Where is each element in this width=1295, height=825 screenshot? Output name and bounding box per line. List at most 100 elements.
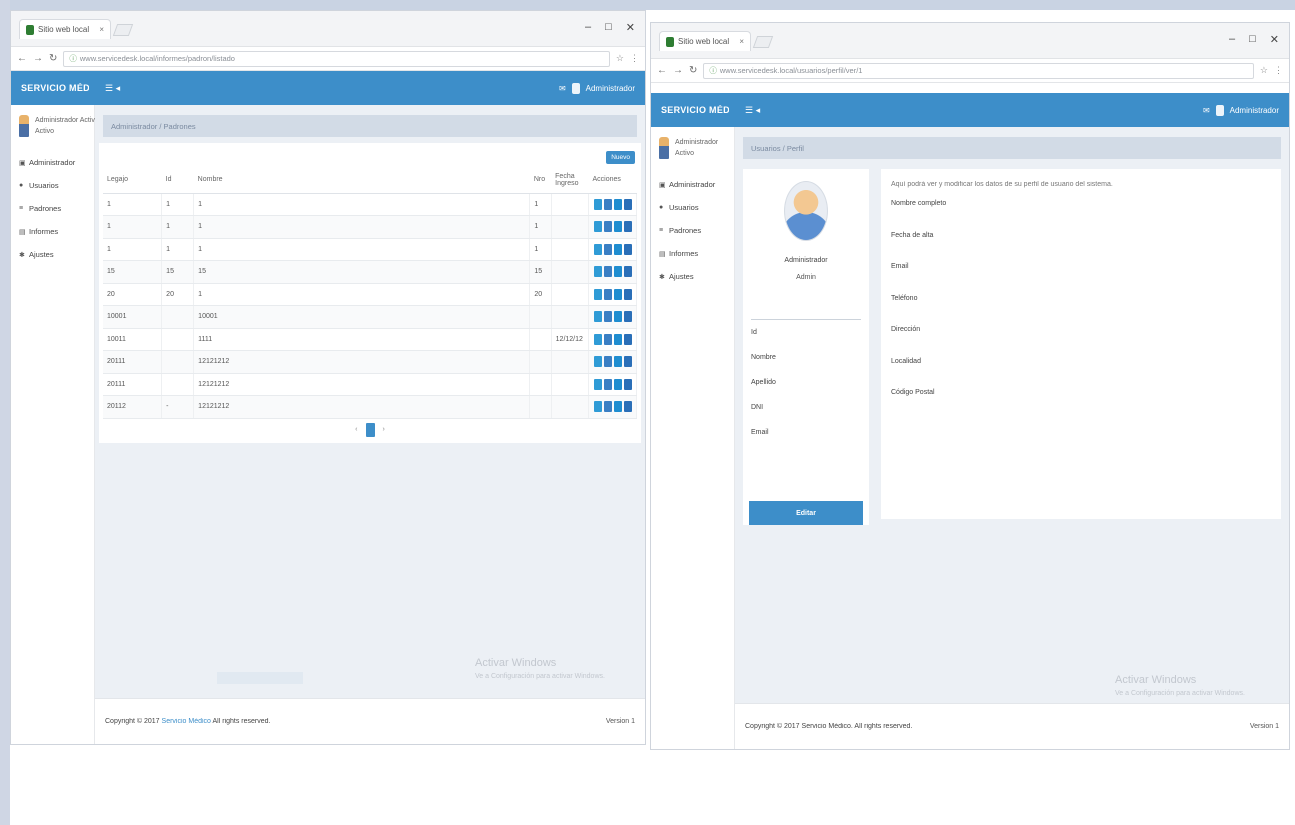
new-tab-button[interactable] (112, 24, 134, 36)
browser-tab[interactable]: Sitio web local × (659, 31, 751, 51)
back-icon[interactable]: ← (17, 53, 27, 64)
close-icon[interactable]: ✕ (626, 21, 635, 34)
edit-icon[interactable] (604, 311, 612, 323)
table-row[interactable]: 10011 1111 12/12/12 (103, 328, 637, 351)
edit-icon[interactable] (604, 401, 612, 413)
minimize-icon[interactable]: – (1229, 33, 1235, 46)
table-row[interactable]: 10001 10001 (103, 305, 637, 329)
app-brand[interactable]: SERVICIO MÉDICO (21, 83, 89, 93)
print-icon[interactable] (614, 401, 622, 413)
sidebar-item-0[interactable]: ▣ Administrador (651, 173, 734, 196)
delete-icon[interactable] (624, 378, 632, 390)
menu-dots-icon[interactable]: ⋮ (1274, 65, 1283, 76)
table-row[interactable]: 15 15 15 15 (103, 260, 637, 284)
sidebar-toggle-icon[interactable]: ☰ ◂ (105, 83, 120, 94)
edit-icon[interactable] (604, 243, 612, 255)
delete-icon[interactable] (624, 288, 632, 300)
browser-tab[interactable]: Sitio web local × (19, 19, 111, 39)
bookmark-star-icon[interactable]: ☆ (1260, 65, 1268, 76)
table-row[interactable]: 1111 (103, 193, 637, 216)
print-icon[interactable] (614, 198, 622, 210)
maximize-icon[interactable]: □ (1249, 33, 1256, 46)
edit-icon[interactable] (604, 198, 612, 210)
menu-dots-icon[interactable]: ⋮ (630, 53, 639, 64)
minimize-icon[interactable]: – (585, 21, 591, 34)
header-user[interactable]: ✉ Administrador (559, 82, 635, 94)
column-header[interactable]: Id (161, 167, 194, 194)
forward-icon[interactable]: → (673, 65, 683, 76)
add-record-button[interactable]: Nuevo (606, 150, 635, 164)
delete-icon[interactable] (624, 401, 632, 413)
close-tab-icon[interactable]: × (99, 25, 104, 34)
url-input[interactable]: ⓘ www.servicedesk.local/informes/padron/… (63, 50, 610, 67)
forward-icon[interactable]: → (33, 53, 43, 64)
edit-icon[interactable] (604, 221, 612, 233)
print-icon[interactable] (614, 243, 622, 255)
reload-icon[interactable]: ↻ (49, 53, 57, 64)
delete-icon[interactable] (624, 311, 632, 323)
notifications-icon[interactable]: ✉ (559, 84, 566, 93)
sidebar-item-2[interactable]: ≡ Padrones (11, 197, 94, 220)
app-brand[interactable]: SERVICIO MÉDICO (661, 105, 729, 115)
view-icon[interactable] (594, 333, 602, 345)
view-icon[interactable] (594, 243, 602, 255)
edit-icon[interactable] (604, 266, 612, 278)
pager-next[interactable]: › (383, 426, 385, 433)
column-header[interactable]: Acciones (588, 167, 637, 194)
print-icon[interactable] (614, 221, 622, 233)
notifications-icon[interactable]: ✉ (1203, 106, 1210, 115)
sidebar-item-2[interactable]: ≡ Padrones (651, 219, 734, 242)
sidebar-item-3[interactable]: ▤ Informes (651, 242, 734, 265)
close-tab-icon[interactable]: × (739, 37, 744, 46)
delete-icon[interactable] (624, 243, 632, 255)
delete-icon[interactable] (624, 333, 632, 345)
table-row[interactable]: 20111 12121212 (103, 373, 637, 396)
print-icon[interactable] (614, 356, 622, 368)
print-icon[interactable] (614, 288, 622, 300)
sidebar-item-4[interactable]: ✱ Ajustes (651, 265, 734, 288)
sidebar-item-1[interactable]: ● Usuarios (11, 174, 94, 197)
edit-icon[interactable] (604, 356, 612, 368)
table-row[interactable]: 20111 12121212 (103, 350, 637, 374)
view-icon[interactable] (594, 288, 602, 300)
url-input[interactable]: ⓘ www.servicedesk.local/usuarios/perfil/… (703, 62, 1254, 79)
view-icon[interactable] (594, 356, 602, 368)
view-icon[interactable] (594, 266, 602, 278)
table-row[interactable]: 20112-12121212 (103, 395, 637, 419)
table-row[interactable]: 20 20 1 20 (103, 283, 637, 306)
column-header[interactable]: Nombre (193, 167, 530, 194)
print-icon[interactable] (614, 311, 622, 323)
pager-prev[interactable]: ‹ (355, 426, 357, 433)
pager-current-page[interactable] (365, 422, 375, 437)
column-header[interactable]: Nro (529, 167, 552, 194)
edit-icon[interactable] (604, 333, 612, 345)
delete-icon[interactable] (624, 266, 632, 278)
close-icon[interactable]: ✕ (1270, 33, 1279, 46)
sidebar-item-4[interactable]: ✱ Ajustes (11, 243, 94, 266)
header-user[interactable]: ✉ Administrador (1203, 104, 1279, 116)
reload-icon[interactable]: ↻ (689, 65, 697, 76)
edit-icon[interactable] (604, 288, 612, 300)
column-header[interactable]: Fecha Ingreso (551, 167, 589, 194)
edit-profile-button[interactable]: Editar (749, 501, 863, 525)
bookmark-star-icon[interactable]: ☆ (616, 53, 624, 64)
back-icon[interactable]: ← (657, 65, 667, 76)
view-icon[interactable] (594, 378, 602, 390)
view-icon[interactable] (594, 311, 602, 323)
sidebar-item-1[interactable]: ● Usuarios (651, 196, 734, 219)
view-icon[interactable] (594, 198, 602, 210)
table-row[interactable]: 1111 (103, 215, 637, 239)
print-icon[interactable] (614, 333, 622, 345)
print-icon[interactable] (614, 266, 622, 278)
delete-icon[interactable] (624, 198, 632, 210)
delete-icon[interactable] (624, 356, 632, 368)
column-header[interactable]: Legajo (103, 167, 162, 194)
view-icon[interactable] (594, 221, 602, 233)
sidebar-toggle-icon[interactable]: ☰ ◂ (745, 105, 760, 116)
delete-icon[interactable] (624, 221, 632, 233)
new-tab-button[interactable] (752, 36, 774, 48)
table-row[interactable]: 1111 (103, 238, 637, 261)
sidebar-item-0[interactable]: ▣ Administrador (11, 151, 94, 174)
maximize-icon[interactable]: □ (605, 21, 612, 34)
sidebar-item-3[interactable]: ▤ Informes (11, 220, 94, 243)
